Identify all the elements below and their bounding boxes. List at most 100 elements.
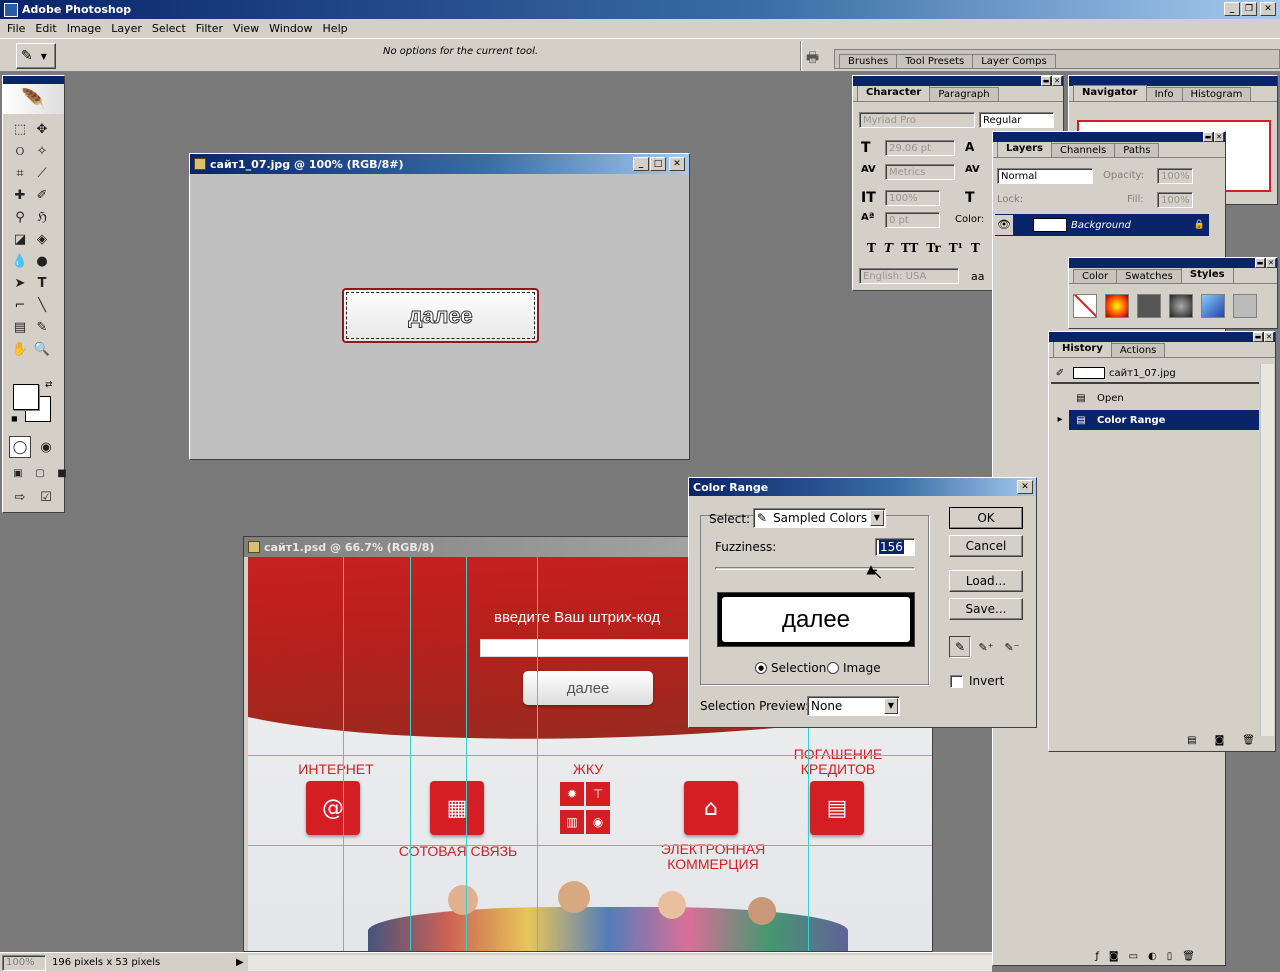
new-snapshot-icon[interactable]: ◙ (1215, 735, 1225, 751)
language-select[interactable]: English: USA (859, 268, 959, 284)
tab-character[interactable]: Character (857, 85, 931, 101)
magic-wand-tool-icon[interactable]: ✧ (31, 140, 53, 162)
history-item-open[interactable]: ▤ Open (1051, 388, 1259, 408)
chevron-down-icon[interactable]: ▼ (884, 698, 898, 714)
kerning-select[interactable]: Metrics (885, 164, 955, 180)
menu-help[interactable]: Help (318, 22, 353, 35)
brush-tool-icon[interactable]: ✐ (31, 184, 53, 206)
chevron-down-icon[interactable]: ▼ (870, 510, 884, 526)
font-size-field[interactable]: 29.06 pt (885, 140, 955, 156)
layer-style-icon[interactable]: ƒ (1095, 951, 1099, 962)
vertical-scale-field[interactable]: 100% (885, 190, 940, 206)
doc-minimize-button[interactable]: _ (633, 157, 649, 171)
layer-row-background[interactable]: 👁 Background 🔒 (995, 214, 1209, 236)
selected-button-image[interactable]: далее (342, 288, 539, 343)
move-tool-icon[interactable]: ✥ (31, 118, 53, 140)
selection-preview-select[interactable]: None ▼ (807, 696, 900, 716)
history-item-color-range[interactable]: ▸ ▤ Color Range (1051, 410, 1259, 430)
hand-tool-icon[interactable]: ✋ (9, 338, 31, 360)
doc-maximize-button[interactable]: □ (650, 157, 666, 171)
style-fire-swatch[interactable] (1105, 294, 1129, 318)
notes-tool-icon[interactable]: ▤ (9, 316, 31, 338)
style-blue-swatch[interactable] (1201, 294, 1225, 318)
eye-icon[interactable]: 👁 (995, 215, 1013, 235)
radio-selection[interactable]: ● Selection (755, 661, 826, 675)
marquee-tool-icon[interactable]: ⬚ (9, 118, 31, 140)
dialog-title-bar[interactable]: Color Range ✕ (689, 478, 1036, 496)
path-selection-tool-icon[interactable]: ➤ (9, 272, 31, 294)
tab-channels[interactable]: Channels (1051, 143, 1116, 157)
screen-mode-full-menu-icon[interactable]: ▢ (29, 462, 51, 484)
file-browser-icon[interactable]: 🖶 (806, 47, 828, 66)
menu-select[interactable]: Select (147, 22, 191, 35)
panel-minimize-button[interactable]: ▬ (1203, 132, 1213, 142)
adjustment-layer-icon[interactable]: ◐ (1148, 951, 1157, 962)
select-dropdown[interactable]: ✎ Sampled Colors ▼ (753, 508, 886, 528)
blend-mode-select[interactable]: Normal (997, 168, 1093, 184)
opacity-field[interactable]: 100% (1157, 168, 1193, 184)
doc-close-button[interactable]: ✕ (669, 157, 685, 171)
horizontal-scrollbar[interactable] (247, 954, 992, 971)
faux-bold-button[interactable]: T (867, 241, 876, 255)
eyedropper-tool-icon[interactable]: ✎ (31, 316, 53, 338)
menu-view[interactable]: View (228, 22, 264, 35)
pen-tool-icon[interactable]: ⌐ (9, 294, 31, 316)
fuzziness-slider-track[interactable] (715, 567, 915, 570)
dodge-tool-icon[interactable]: ● (31, 250, 53, 272)
subscript-button[interactable]: T (971, 241, 980, 255)
quick-mask-mode-icon[interactable]: ◉ (35, 436, 57, 458)
status-menu-arrow-icon[interactable]: ▶ (236, 957, 244, 968)
eyedropper-plus-icon[interactable]: ✎⁺ (975, 636, 997, 658)
menu-layer[interactable]: Layer (106, 22, 147, 35)
menu-file[interactable]: File (2, 22, 30, 35)
tab-navigator[interactable]: Navigator (1073, 85, 1147, 101)
panel-close-button[interactable]: ✕ (1264, 332, 1274, 342)
tab-brushes[interactable]: Brushes (839, 54, 898, 68)
minimize-button[interactable]: _ (1224, 2, 1240, 16)
style-dark-swatch[interactable] (1137, 294, 1161, 318)
fill-field[interactable]: 100% (1157, 192, 1193, 208)
save-button[interactable]: Save... (949, 598, 1023, 620)
style-gray-swatch[interactable] (1233, 294, 1257, 318)
eyedropper-minus-icon[interactable]: ✎⁻ (1001, 636, 1023, 658)
color-swatches[interactable]: ⇄ ◼ (11, 380, 57, 423)
slice-tool-icon[interactable]: ⟋ (31, 162, 53, 184)
panel-close-button[interactable]: ✕ (1266, 258, 1276, 268)
new-document-icon[interactable]: ▤ (1187, 735, 1196, 751)
trash-icon[interactable]: 🗑 (1242, 735, 1255, 751)
cancel-button[interactable]: Cancel (949, 535, 1023, 557)
menu-filter[interactable]: Filter (191, 22, 228, 35)
tab-histogram[interactable]: Histogram (1181, 87, 1252, 101)
foreground-color-swatch[interactable] (13, 384, 39, 410)
font-style-select[interactable]: Regular (979, 112, 1054, 128)
new-layer-icon[interactable]: ▯ (1167, 951, 1173, 962)
clone-stamp-tool-icon[interactable]: ⚲ (9, 206, 31, 228)
small-caps-button[interactable]: Tr (926, 241, 940, 255)
style-none-swatch[interactable] (1073, 294, 1097, 318)
blur-tool-icon[interactable]: 💧 (9, 250, 31, 272)
load-button[interactable]: Load... (949, 570, 1023, 592)
photoshop-feather-logo[interactable]: 🪶 (3, 84, 64, 114)
lasso-tool-icon[interactable]: ଠ (9, 140, 31, 162)
screen-mode-standard-icon[interactable]: ▣ (7, 462, 29, 484)
menu-window[interactable]: Window (264, 22, 317, 35)
edit-in-imageready-icon[interactable]: ☑ (35, 486, 57, 508)
ok-button[interactable]: OK (949, 507, 1023, 529)
tab-tool-presets[interactable]: Tool Presets (896, 54, 974, 68)
paint-bucket-tool-icon[interactable]: ◈ (31, 228, 53, 250)
panel-minimize-button[interactable]: ▬ (1041, 76, 1051, 86)
tab-paragraph[interactable]: Paragraph (929, 87, 999, 101)
baseline-shift-field[interactable]: 0 pt (885, 212, 940, 228)
tab-info[interactable]: Info (1145, 87, 1183, 101)
tab-color[interactable]: Color (1073, 269, 1118, 283)
tab-layers[interactable]: Layers (997, 141, 1052, 157)
tab-history[interactable]: History (1053, 341, 1112, 357)
line-tool-icon[interactable]: ╲ (31, 294, 53, 316)
superscript-button[interactable]: T¹ (949, 241, 963, 255)
trash-icon[interactable]: 🗑 (1182, 951, 1195, 962)
menu-edit[interactable]: Edit (30, 22, 61, 35)
faux-italic-button[interactable]: T (884, 241, 893, 255)
standard-mode-icon[interactable]: ◯ (9, 436, 31, 458)
type-tool-icon[interactable]: T (31, 272, 53, 294)
zoom-tool-icon[interactable]: 🔍 (31, 338, 53, 360)
